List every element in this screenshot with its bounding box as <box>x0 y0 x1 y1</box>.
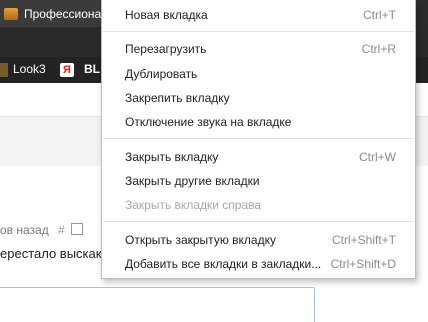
menu-item-label: Новая вкладка <box>125 8 208 22</box>
menu-item-shortcut: Ctrl+T <box>363 8 396 22</box>
menu-item-shortcut: Ctrl+Shift+T <box>331 233 396 247</box>
menu-item-new-tab[interactable]: Новая вкладка Ctrl+T <box>102 3 415 27</box>
tab-context-menu: Новая вкладка Ctrl+T Перезагрузить Ctrl+… <box>101 0 416 279</box>
menu-item-reload[interactable]: Перезагрузить Ctrl+R <box>102 37 415 61</box>
menu-item-label: Закрыть вкладку <box>125 150 219 164</box>
menu-item-shortcut: Ctrl+W <box>359 150 396 164</box>
menu-item-bookmark-all-tabs[interactable]: Добавить все вкладки в закладки... Ctrl+… <box>102 252 415 276</box>
tab-favicon-icon <box>4 7 18 20</box>
bookmark-truncated[interactable]: BL <box>84 62 100 76</box>
menu-item-mute-tab[interactable]: Отключение звука на вкладке <box>102 110 415 134</box>
menu-item-label: Добавить все вкладки в закладки... <box>125 257 322 271</box>
bookmark-look3[interactable]: Look3 <box>13 62 46 76</box>
menu-item-shortcut: Ctrl+R <box>361 42 396 56</box>
browser-tab[interactable]: Профессиона <box>0 0 112 27</box>
menu-separator <box>103 138 414 139</box>
tab-title: Профессиона <box>24 6 102 21</box>
menu-separator <box>103 31 414 32</box>
menu-item-duplicate[interactable]: Дублировать <box>102 62 415 86</box>
menu-item-label: Перезагрузить <box>125 42 207 56</box>
save-icon[interactable] <box>71 223 84 235</box>
comment-input[interactable] <box>0 287 315 322</box>
post-meta: ов назад # <box>0 223 84 237</box>
menu-item-label: Открыть закрытую вкладку <box>125 233 276 247</box>
menu-item-label: Закрыть вкладки справа <box>125 198 262 212</box>
menu-separator <box>103 221 414 222</box>
menu-item-close-other-tabs[interactable]: Закрыть другие вкладки <box>102 169 415 193</box>
yandex-icon[interactable]: Я <box>60 63 74 77</box>
hash-icon[interactable]: # <box>58 223 65 237</box>
menu-item-close-tabs-right: Закрыть вкладки справа <box>102 193 415 217</box>
menu-item-label: Отключение звука на вкладке <box>125 115 292 129</box>
menu-item-label: Закрыть другие вкладки <box>125 174 260 188</box>
menu-item-label: Закрепить вкладку <box>125 91 230 105</box>
menu-item-shortcut: Ctrl+Shift+D <box>330 257 396 271</box>
menu-item-pin-tab[interactable]: Закрепить вкладку <box>102 86 415 110</box>
post-time: ов назад <box>0 223 49 237</box>
menu-item-close-tab[interactable]: Закрыть вкладку Ctrl+W <box>102 145 415 169</box>
bookmark-icon[interactable] <box>0 63 8 77</box>
menu-item-reopen-closed-tab[interactable]: Открыть закрытую вкладку Ctrl+Shift+T <box>102 228 415 252</box>
menu-item-label: Дублировать <box>125 67 198 81</box>
post-text: ерестало выскак <box>0 246 102 261</box>
